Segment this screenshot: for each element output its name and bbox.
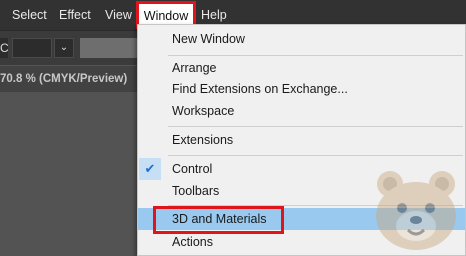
menu-item-label: Toolbars xyxy=(172,184,220,198)
menu-item-workspace[interactable]: Workspace xyxy=(138,100,465,122)
menu-view[interactable]: View xyxy=(105,0,132,30)
menu-item-label: Actions xyxy=(172,235,213,249)
menu-separator xyxy=(168,55,463,56)
menu-item-label: Arrange xyxy=(172,61,217,75)
highlight-box xyxy=(153,206,284,234)
menu-item-label: Control xyxy=(172,162,213,176)
menu-item-label: Extensions xyxy=(172,133,234,147)
menu-item-arrange[interactable]: Arrange xyxy=(138,57,465,79)
menu-item-label: New Window xyxy=(172,32,245,46)
menu-effect[interactable]: Effect xyxy=(59,0,91,30)
control-swatch[interactable] xyxy=(80,38,140,58)
menu-item-new-window[interactable]: New Window xyxy=(138,28,465,50)
menu-item-extensions[interactable]: Extensions xyxy=(138,129,465,151)
document-tab[interactable]: 70.8 % (CMYK/Preview) xyxy=(0,66,140,92)
chevron-down-icon[interactable]: ⌄ xyxy=(54,38,74,58)
menu-select[interactable]: Select xyxy=(12,0,47,30)
menu-item-find-extensions[interactable]: Find Extensions on Exchange... xyxy=(138,78,465,100)
document-tab-label: 70.8 % (CMYK/Preview) xyxy=(0,73,128,85)
bear-watermark-icon xyxy=(376,171,456,250)
control-field-edge[interactable]: C xyxy=(0,38,9,58)
menu-separator xyxy=(168,155,463,156)
canvas-area[interactable] xyxy=(0,92,140,256)
menu-separator xyxy=(168,126,463,127)
menu-item-label: Find Extensions on Exchange... xyxy=(172,82,348,96)
control-input[interactable] xyxy=(12,38,52,58)
checkmark-icon: ✔ xyxy=(139,158,161,180)
menu-item-label: Workspace xyxy=(172,104,235,118)
